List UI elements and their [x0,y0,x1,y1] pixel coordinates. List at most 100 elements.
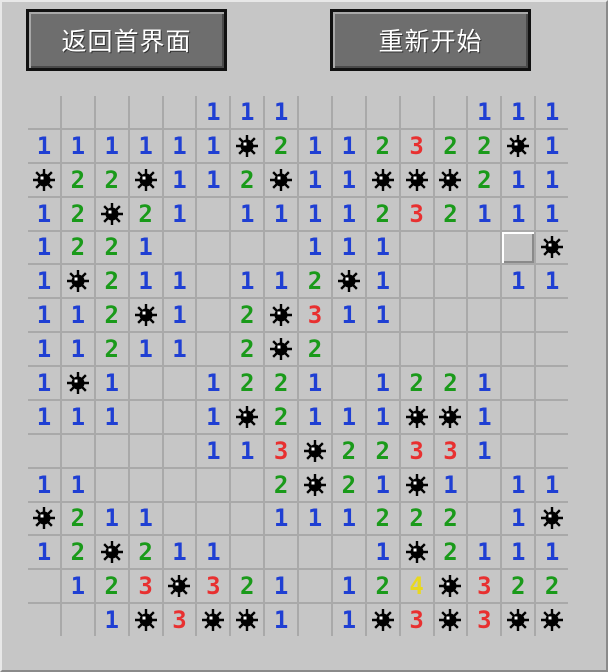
empty-cell[interactable] [61,96,94,128]
mine-cell[interactable] [536,231,568,264]
number-cell[interactable]: 1 [61,299,94,332]
empty-cell[interactable] [265,536,297,569]
number-cell[interactable]: 1 [536,265,568,298]
mine-cell[interactable] [231,604,264,636]
number-cell[interactable]: 1 [536,96,568,128]
empty-cell[interactable] [536,400,568,433]
number-cell[interactable]: 1 [366,367,399,399]
empty-cell[interactable] [502,367,535,399]
empty-cell[interactable] [299,96,331,128]
number-cell[interactable]: 1 [61,570,94,603]
empty-cell[interactable] [468,299,501,332]
number-cell[interactable]: 2 [434,129,467,162]
number-cell[interactable]: 1 [502,502,535,535]
number-cell[interactable]: 2 [231,163,264,196]
number-cell[interactable]: 1 [299,129,331,162]
number-cell[interactable]: 1 [61,333,94,365]
mine-cell[interactable] [434,400,467,433]
number-cell[interactable]: 1 [197,367,230,399]
number-cell[interactable]: 3 [400,129,433,162]
empty-cell[interactable] [163,96,196,128]
empty-cell[interactable] [197,197,230,230]
mine-cell[interactable] [366,163,399,196]
empty-cell[interactable] [434,333,467,365]
number-cell[interactable]: 1 [163,129,196,162]
mine-cell[interactable] [434,163,467,196]
number-cell[interactable]: 2 [95,265,128,298]
mine-cell[interactable] [400,400,433,433]
number-cell[interactable]: 3 [129,570,162,603]
empty-cell[interactable] [468,265,501,298]
number-cell[interactable]: 1 [28,299,60,332]
number-cell[interactable]: 3 [400,604,433,636]
empty-cell[interactable] [197,299,230,332]
mine-cell[interactable] [95,536,128,569]
number-cell[interactable]: 1 [28,400,60,433]
mine-cell[interactable] [95,197,128,230]
number-cell[interactable]: 1 [163,299,196,332]
empty-cell[interactable] [502,299,535,332]
empty-cell[interactable] [129,96,162,128]
empty-cell[interactable] [366,96,399,128]
number-cell[interactable]: 1 [468,536,501,569]
number-cell[interactable]: 1 [536,129,568,162]
mine-cell[interactable] [400,163,433,196]
empty-cell[interactable] [265,231,297,264]
number-cell[interactable]: 2 [95,333,128,365]
number-cell[interactable]: 1 [28,468,60,501]
number-cell[interactable]: 1 [299,197,331,230]
empty-cell[interactable] [332,333,365,365]
mine-cell[interactable] [434,570,467,603]
empty-cell[interactable] [434,96,467,128]
number-cell[interactable]: 1 [197,163,230,196]
empty-cell[interactable] [536,367,568,399]
empty-cell[interactable] [299,536,331,569]
empty-cell[interactable] [400,333,433,365]
number-cell[interactable]: 1 [197,400,230,433]
number-cell[interactable]: 2 [61,231,94,264]
empty-cell[interactable] [468,468,501,501]
number-cell[interactable]: 1 [366,299,399,332]
empty-cell[interactable] [536,333,568,365]
mine-cell[interactable] [61,265,94,298]
number-cell[interactable]: 2 [502,570,535,603]
number-cell[interactable]: 2 [366,434,399,467]
number-cell[interactable]: 2 [129,197,162,230]
empty-cell[interactable] [536,434,568,467]
number-cell[interactable]: 2 [129,536,162,569]
empty-cell[interactable] [468,333,501,365]
empty-cell[interactable] [129,468,162,501]
mine-cell[interactable] [265,163,297,196]
number-cell[interactable]: 1 [163,333,196,365]
number-cell[interactable]: 2 [231,333,264,365]
number-cell[interactable]: 1 [536,197,568,230]
mine-cell[interactable] [129,299,162,332]
number-cell[interactable]: 1 [265,265,297,298]
number-cell[interactable]: 1 [332,197,365,230]
number-cell[interactable]: 1 [502,536,535,569]
mine-cell[interactable] [265,299,297,332]
number-cell[interactable]: 1 [129,333,162,365]
number-cell[interactable]: 1 [129,129,162,162]
number-cell[interactable]: 2 [95,163,128,196]
empty-cell[interactable] [332,367,365,399]
number-cell[interactable]: 1 [231,434,264,467]
mine-cell[interactable] [231,400,264,433]
number-cell[interactable]: 2 [434,197,467,230]
empty-cell[interactable] [163,502,196,535]
number-cell[interactable]: 1 [28,536,60,569]
empty-cell[interactable] [197,265,230,298]
mine-cell[interactable] [163,570,196,603]
empty-cell[interactable] [129,400,162,433]
empty-cell[interactable] [502,400,535,433]
empty-cell[interactable] [434,299,467,332]
number-cell[interactable]: 3 [163,604,196,636]
number-cell[interactable]: 1 [332,231,365,264]
number-cell[interactable]: 2 [332,468,365,501]
number-cell[interactable]: 3 [434,434,467,467]
mine-cell[interactable] [299,468,331,501]
number-cell[interactable]: 1 [332,502,365,535]
number-cell[interactable]: 1 [163,536,196,569]
mine-cell[interactable] [129,163,162,196]
number-cell[interactable]: 2 [468,163,501,196]
